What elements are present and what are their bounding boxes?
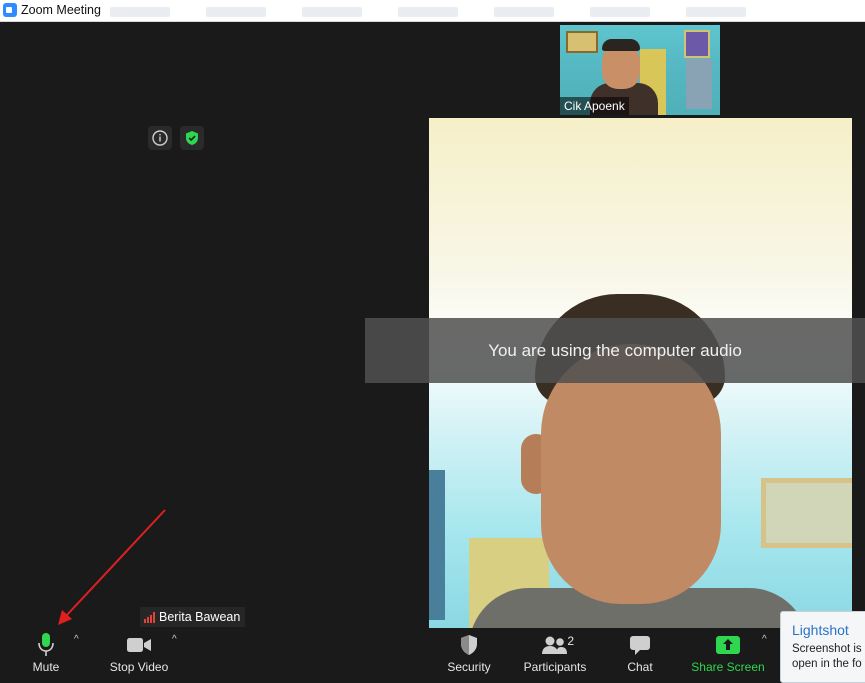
window-title-bar: Zoom Meeting [0,0,865,22]
video-camera-icon [127,638,151,652]
window-title: Zoom Meeting [21,3,101,17]
mute-button[interactable]: Mute [28,628,64,681]
share-options-caret[interactable]: ^ [762,634,767,645]
security-label: Security [447,660,491,674]
mute-label: Mute [32,660,60,674]
thumbnail-name-label: Cik Apoenk [560,97,629,115]
lightshot-message-line: Screenshot is s [792,643,865,655]
video-options-caret[interactable]: ^ [172,634,177,645]
background-taskbar [110,4,865,18]
audio-notice-text: You are using the computer audio [488,340,742,360]
audio-options-caret[interactable]: ^ [74,634,79,645]
microphone-icon [38,633,54,656]
share-screen-label: Share Screen [691,660,765,674]
background-shelf [429,470,445,620]
meeting-toolbar: Mute ^ Stop Video ^ Security 2 Participa… [0,628,865,681]
participant-thumbnail[interactable]: Cik Apoenk [560,25,720,115]
self-name-tag: Berita Bawean [140,607,246,627]
background-shelf [686,59,712,109]
lightshot-message: Screenshot is s open in the fo [792,642,865,672]
speaker-face [541,344,721,604]
signal-strength-icon [144,611,155,623]
audio-notice-toast: You are using the computer audio [365,318,865,383]
self-name-label: Berita Bawean [159,610,241,624]
chat-bubble-icon [630,636,650,655]
chat-button[interactable]: Chat [622,628,658,681]
encryption-button[interactable] [180,126,204,150]
lightshot-notification[interactable]: Lightshot Screenshot is s open in the fo [780,611,865,683]
share-screen-button[interactable]: Share Screen [690,628,766,681]
participant-hair [602,39,640,51]
stop-video-button[interactable]: Stop Video [104,628,174,681]
participant-count: 2 [567,634,574,648]
chat-label: Chat [627,660,653,674]
wall-picture [684,30,710,58]
participants-button[interactable]: 2 Participants [520,628,590,681]
wall-picture [761,478,852,548]
participants-label: Participants [523,660,587,674]
participants-icon [542,636,567,654]
stop-video-label: Stop Video [109,660,169,674]
wall-picture [566,31,598,53]
meeting-info-button[interactable] [148,126,172,150]
lightshot-title: Lightshot [792,622,849,638]
security-button[interactable]: Security [444,628,494,681]
share-screen-icon [716,636,740,654]
lightshot-message-line: open in the fo [792,658,862,670]
info-icon [152,130,168,146]
shield-icon [461,635,477,655]
zoom-logo-icon [3,3,17,17]
green-shield-icon [186,131,198,145]
